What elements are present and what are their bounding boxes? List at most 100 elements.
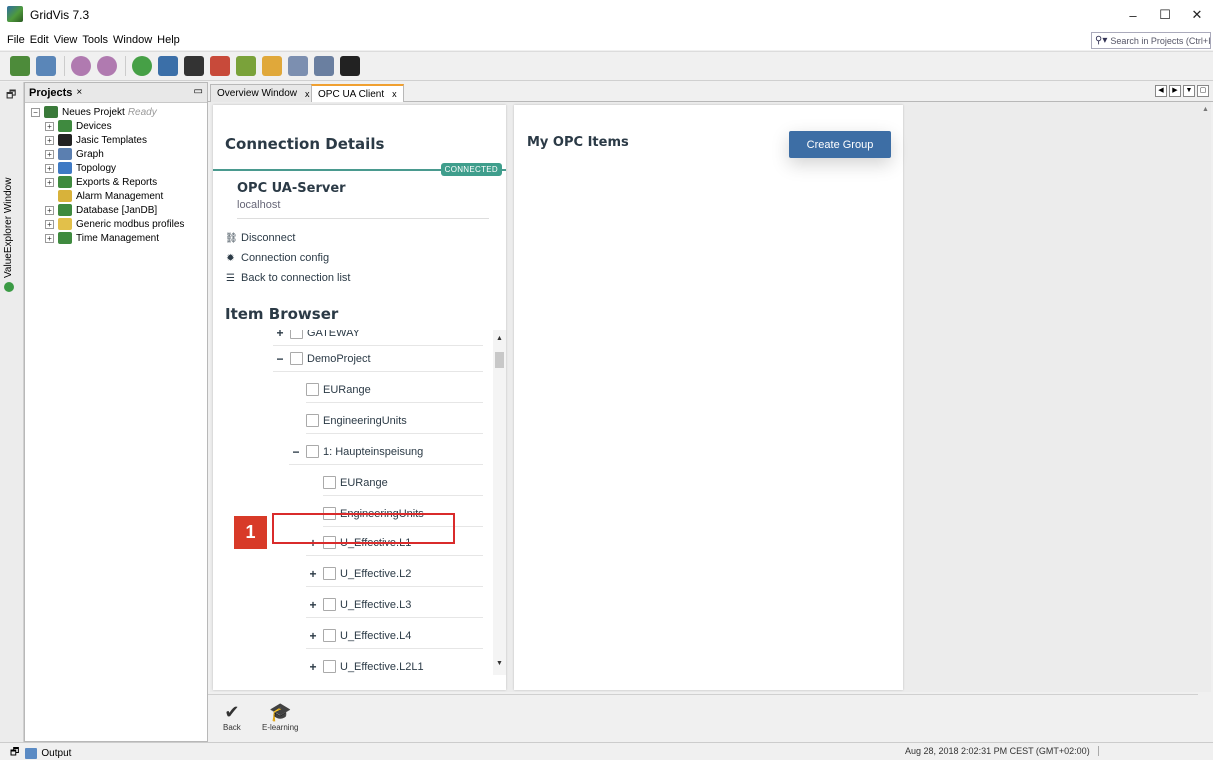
tree-item-graph[interactable]: + Graph — [45, 147, 104, 161]
item-checkbox[interactable] — [306, 414, 319, 427]
scroll-up-icon[interactable]: ▲ — [1202, 106, 1209, 113]
item-checkbox[interactable] — [323, 567, 336, 580]
item-row-eurange[interactable]: EURange — [306, 377, 483, 403]
item-row-haupteinspeisung[interactable]: − 1: Haupteinspeisung — [289, 439, 483, 465]
expand-icon[interactable]: + — [306, 567, 320, 581]
redo-icon[interactable] — [97, 56, 117, 76]
report-icon[interactable] — [210, 56, 230, 76]
item-browser-scrollbar[interactable]: ▲ ▼ — [493, 330, 506, 675]
disconnect-link[interactable]: ⛓ Disconnect — [225, 232, 295, 244]
collapse-icon[interactable]: − — [289, 445, 303, 459]
expand-icon[interactable]: + — [45, 219, 54, 229]
maximize-editor-icon[interactable]: ▢ — [1197, 85, 1209, 97]
restore-window-icon[interactable]: 🗗 — [6, 86, 16, 105]
tree-item-time-management[interactable]: + Time Management — [45, 231, 159, 245]
server-icon[interactable] — [314, 56, 334, 76]
item-row-demoproject[interactable]: − DemoProject — [273, 346, 483, 372]
my-opc-items-title: My OPC Items — [527, 135, 629, 150]
tree-item-database[interactable]: + Database [JanDB] — [45, 203, 157, 217]
tree-item-topology[interactable]: + Topology — [45, 161, 116, 175]
value-explorer-tab[interactable]: ValueExplorer Window — [3, 178, 14, 292]
menu-window[interactable]: Window — [113, 34, 152, 46]
list-icon: ☰ — [226, 272, 235, 284]
item-checkbox[interactable] — [323, 629, 336, 642]
tab-label: OPC UA Client — [318, 88, 385, 100]
item-checkbox[interactable] — [323, 660, 336, 673]
tab-list-icon[interactable]: ▼ — [1183, 85, 1195, 97]
menu-help[interactable]: Help — [157, 34, 180, 46]
minimize-panel-icon[interactable]: ▭ — [194, 86, 203, 97]
item-row-engineeringunits[interactable]: EngineeringUnits — [306, 408, 483, 434]
back-button[interactable]: ✔ Back — [223, 701, 241, 732]
item-row-u-effective-l3[interactable]: + U_Effective.L3 — [306, 592, 483, 618]
tab-close-button[interactable]: x — [392, 89, 397, 99]
expand-icon[interactable]: + — [45, 135, 54, 145]
content-scrollbar[interactable]: ▲ — [1200, 102, 1211, 692]
output-tab[interactable]: 🗗 Output — [10, 745, 71, 760]
item-checkbox[interactable] — [306, 445, 319, 458]
item-checkbox[interactable] — [306, 383, 319, 396]
maximize-button[interactable]: ☐ — [1149, 0, 1181, 30]
expand-icon[interactable]: + — [306, 660, 320, 674]
tab-right-icon[interactable]: ▶ — [1169, 85, 1181, 97]
search-input[interactable]: ⚲▾ Search in Projects (Ctrl+I) — [1091, 32, 1211, 49]
expand-icon[interactable]: + — [45, 233, 54, 243]
tab-opc-ua-client[interactable]: OPC UA Client x — [311, 84, 404, 102]
tree-item-jasic-templates[interactable]: + Jasic Templates — [45, 133, 147, 147]
scroll-up-icon[interactable]: ▲ — [496, 335, 503, 342]
minimize-button[interactable]: – — [1117, 0, 1149, 30]
back-to-list-link[interactable]: ☰ Back to connection list — [225, 272, 350, 284]
project-root[interactable]: − Neues Projekt Ready — [31, 105, 157, 119]
new-project-icon[interactable] — [10, 56, 30, 76]
item-row-gateway[interactable]: + GATEWAY — [273, 330, 483, 346]
tree-item-exports-reports[interactable]: + Exports & Reports — [45, 175, 157, 189]
menu-view[interactable]: View — [54, 34, 78, 46]
expand-icon[interactable]: + — [306, 629, 320, 643]
item-checkbox[interactable] — [290, 352, 303, 365]
refresh-icon[interactable] — [132, 56, 152, 76]
tab-close-button[interactable]: x — [305, 89, 310, 99]
undo-icon[interactable] — [71, 56, 91, 76]
topology-icon[interactable] — [184, 56, 204, 76]
expand-icon[interactable]: + — [45, 163, 54, 173]
expand-icon[interactable]: + — [273, 330, 287, 340]
expand-icon[interactable]: + — [306, 598, 320, 612]
scroll-down-icon[interactable]: ▼ — [496, 660, 503, 667]
tree-item-devices[interactable]: + Devices — [45, 119, 112, 133]
close-window-button[interactable]: ✕ — [1181, 0, 1213, 30]
menu-tools[interactable]: Tools — [82, 34, 108, 46]
scroll-thumb[interactable] — [495, 352, 504, 368]
menu-edit[interactable]: Edit — [30, 34, 49, 46]
item-row-u-effective-l2[interactable]: + U_Effective.L2 — [306, 561, 483, 587]
connection-config-link[interactable]: ✹ Connection config — [225, 252, 329, 264]
device-icon[interactable] — [158, 56, 178, 76]
create-group-button[interactable]: Create Group — [789, 131, 891, 158]
restore-window-icon[interactable]: 🗗 — [10, 745, 19, 760]
item-row-u-effective-l4[interactable]: + U_Effective.L4 — [306, 623, 483, 649]
projects-close-button[interactable]: × — [76, 87, 82, 98]
collapse-icon[interactable]: − — [31, 107, 40, 117]
elearning-button[interactable]: 🎓 E-learning — [262, 701, 298, 732]
tab-left-icon[interactable]: ◀ — [1155, 85, 1167, 97]
elearning-icon[interactable] — [340, 56, 360, 76]
title-bar: GridVis 7.3 – ☐ ✕ — [0, 0, 1213, 30]
item-row-eurange-child[interactable]: EURange — [323, 470, 483, 496]
tools-icon[interactable] — [236, 56, 256, 76]
user-icon[interactable] — [262, 56, 282, 76]
expand-icon[interactable]: + — [45, 149, 54, 159]
value-explorer-icon — [3, 282, 14, 292]
expand-icon[interactable]: + — [45, 205, 54, 215]
tab-overview-window[interactable]: Overview Window x — [210, 84, 317, 102]
item-checkbox[interactable] — [323, 476, 336, 489]
expand-icon[interactable]: + — [45, 121, 54, 131]
database-icon[interactable] — [288, 56, 308, 76]
collapse-icon[interactable]: − — [273, 352, 287, 366]
menu-file[interactable]: File — [7, 34, 25, 46]
item-checkbox[interactable] — [323, 598, 336, 611]
expand-icon[interactable]: + — [45, 177, 54, 187]
item-checkbox[interactable] — [290, 330, 303, 339]
tree-item-alarm-management[interactable]: Alarm Management — [58, 189, 163, 203]
item-row-u-effective-l2l1[interactable]: + U_Effective.L2L1 — [306, 654, 483, 675]
open-project-icon[interactable] — [36, 56, 56, 76]
tree-item-modbus-profiles[interactable]: + Generic modbus profiles — [45, 217, 184, 231]
